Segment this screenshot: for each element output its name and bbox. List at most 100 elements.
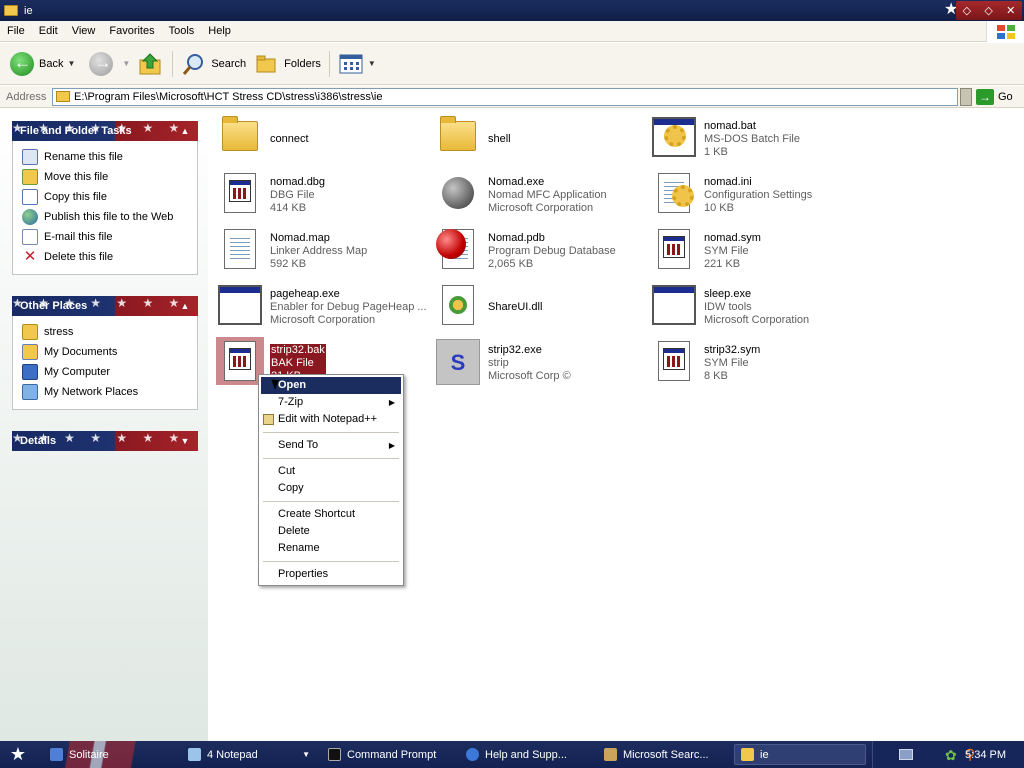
address-input[interactable]: E:\Program Files\Microsoft\HCT Stress CD… — [52, 87, 958, 106]
network-tray-icon[interactable] — [899, 749, 913, 760]
menu-favorites[interactable]: Favorites — [102, 25, 161, 37]
folder-icon — [56, 91, 70, 102]
task-label: Copy this file — [44, 191, 107, 203]
minimize-button[interactable]: ◇ — [963, 4, 971, 17]
menu-item-copy[interactable]: Copy — [261, 480, 401, 497]
taskbar-item-label: 4 Notepad — [207, 748, 258, 761]
task-move[interactable]: Move this file — [22, 167, 197, 187]
dll-file-icon — [434, 281, 482, 329]
other-places-header[interactable]: ★ ★ ★ ★ ★ ★ ★ Other Places ▲ — [12, 296, 198, 316]
file-tasks-panel: Rename this file Move this file Copy thi… — [12, 141, 198, 275]
file-item-connect[interactable]: connect — [216, 113, 436, 165]
task-copy[interactable]: Copy this file — [22, 187, 197, 207]
forward-button[interactable]: ▼ — [85, 47, 134, 81]
folder-icon — [22, 324, 38, 340]
place-stress[interactable]: stress — [22, 322, 197, 342]
menu-edit[interactable]: Edit — [32, 25, 65, 37]
file-size: 2,065 KB — [488, 257, 534, 270]
file-item-nomad-map[interactable]: Nomad.map Linker Address Map 592 KB — [216, 225, 436, 277]
taskbar-item-solitaire[interactable]: Solitaire — [44, 744, 174, 765]
task-publish[interactable]: Publish this file to the Web — [22, 207, 197, 227]
collapse-icon[interactable]: ▲ — [178, 124, 192, 138]
other-places-panel: stress My Documents My Computer My Netwo… — [12, 316, 198, 410]
file-item-strip32-exe[interactable]: S strip32.exe strip Microsoft Corp © — [434, 337, 654, 389]
menu-help[interactable]: Help — [201, 25, 238, 37]
file-item-strip32-sym[interactable]: strip32.sym SYM File 8 KB — [650, 337, 870, 389]
menu-item-properties[interactable]: Properties — [261, 566, 401, 583]
maximize-button[interactable]: ◇ — [984, 4, 992, 17]
taskbar-item-ie[interactable]: ie — [734, 744, 866, 765]
file-name: pageheap.exe — [270, 287, 340, 300]
address-dropdown-button[interactable] — [960, 87, 972, 106]
file-item-nomad-bat[interactable]: nomad.bat MS-DOS Batch File 1 KB — [650, 113, 870, 165]
place-my-documents[interactable]: My Documents — [22, 342, 197, 362]
place-label: My Computer — [44, 366, 111, 378]
menu-item-send-to[interactable]: Send To ▶ — [261, 437, 401, 454]
taskbar-item-label: ie — [760, 748, 769, 761]
menu-file[interactable]: File — [0, 25, 32, 37]
file-item-nomad-ini[interactable]: nomad.ini Configuration Settings 10 KB — [650, 169, 870, 221]
task-email[interactable]: E-mail this file — [22, 227, 197, 247]
file-type: strip — [488, 356, 509, 369]
chevron-down-icon[interactable]: ▼ — [368, 59, 376, 68]
up-folder-button[interactable] — [134, 47, 168, 81]
file-name: nomad.bat — [704, 119, 756, 132]
menu-view[interactable]: View — [65, 25, 103, 37]
taskbar-item-help[interactable]: Help and Supp... — [460, 744, 592, 765]
file-item-pageheap-exe[interactable]: pageheap.exe Enabler for Debug PageHeap … — [216, 281, 436, 333]
task-rename[interactable]: Rename this file — [22, 147, 197, 167]
file-type: SYM File — [704, 244, 749, 257]
details-title: Details — [20, 435, 57, 447]
back-button[interactable]: Back ▼ — [6, 47, 79, 81]
notepad-icon — [263, 414, 274, 425]
menu-item-cut[interactable]: Cut — [261, 463, 401, 480]
menu-item-7zip[interactable]: 7-Zip ▶ — [261, 394, 401, 411]
file-item-nomad-pdb[interactable]: Nomad.pdb Program Debug Database 2,065 K… — [434, 225, 654, 277]
expand-icon[interactable]: ▼ — [178, 434, 192, 448]
system-tray: ✿ ⚲ 5:34 PM — [872, 741, 1024, 768]
file-company: Microsoft Corporation — [270, 313, 376, 326]
file-type: BAK File — [270, 356, 326, 370]
collapse-icon[interactable]: ▲ — [178, 299, 192, 313]
menu-item-create-shortcut[interactable]: Create Shortcut — [261, 506, 401, 523]
search-button[interactable]: Search — [177, 47, 250, 81]
file-item-nomad-exe[interactable]: Nomad.exe Nomad MFC Application Microsof… — [434, 169, 654, 221]
folders-button[interactable]: Folders — [250, 47, 325, 81]
menu-item-open[interactable]: Open — [261, 377, 401, 394]
place-my-network[interactable]: My Network Places — [22, 382, 197, 402]
file-item-nomad-sym[interactable]: nomad.sym SYM File 221 KB — [650, 225, 870, 277]
file-type: Enabler for Debug PageHeap ... — [270, 300, 427, 313]
chevron-down-icon[interactable]: ▼ — [122, 59, 130, 68]
start-button[interactable]: ★ — [0, 741, 36, 768]
menu-item-rename[interactable]: Rename — [261, 540, 401, 557]
file-type: DBG File — [270, 188, 315, 201]
file-item-sleep-exe[interactable]: sleep.exe IDW tools Microsoft Corporatio… — [650, 281, 870, 333]
chevron-down-icon[interactable]: ▼ — [67, 59, 75, 68]
go-button[interactable]: → Go — [976, 88, 1013, 105]
file-name: ShareUI.dll — [488, 300, 543, 313]
file-tasks-header[interactable]: ★ ★ ★ ★ ★ ★ ★ File and Folder Tasks ▲ — [12, 121, 198, 141]
menu-tools[interactable]: Tools — [162, 25, 202, 37]
menu-item-delete[interactable]: Delete — [261, 523, 401, 540]
views-button[interactable]: ▼ — [334, 47, 380, 81]
move-icon — [22, 169, 38, 185]
file-item-shareui-dll[interactable]: ShareUI.dll — [434, 281, 654, 333]
details-header[interactable]: ★ ★ ★ ★ ★ ★ ★ Details ▼ — [12, 431, 198, 451]
close-button[interactable]: ✕ — [1006, 4, 1015, 17]
menu-item-edit-notepad[interactable]: Edit with Notepad++ — [261, 411, 401, 428]
address-path: E:\Program Files\Microsoft\HCT Stress CD… — [74, 90, 383, 103]
taskbar-item-notepad[interactable]: 4 Notepad ▼ — [182, 744, 316, 765]
folder-icon — [741, 748, 754, 761]
tray-app-icon[interactable]: ✿ — [945, 747, 957, 764]
search-icon — [183, 53, 204, 75]
go-arrow-icon: → — [976, 88, 994, 105]
window-title: ie — [24, 4, 33, 17]
place-my-computer[interactable]: My Computer — [22, 362, 197, 382]
file-item-shell[interactable]: shell — [434, 113, 654, 165]
taskbar-item-search[interactable]: Microsoft Searc... — [598, 744, 730, 765]
task-delete[interactable]: ✕ Delete this file — [22, 247, 197, 267]
delete-icon: ✕ — [23, 248, 37, 265]
star-icon: ★ — [9, 744, 27, 764]
taskbar-item-command-prompt[interactable]: Command Prompt — [322, 744, 454, 765]
file-item-nomad-dbg[interactable]: nomad.dbg DBG File 414 KB — [216, 169, 436, 221]
